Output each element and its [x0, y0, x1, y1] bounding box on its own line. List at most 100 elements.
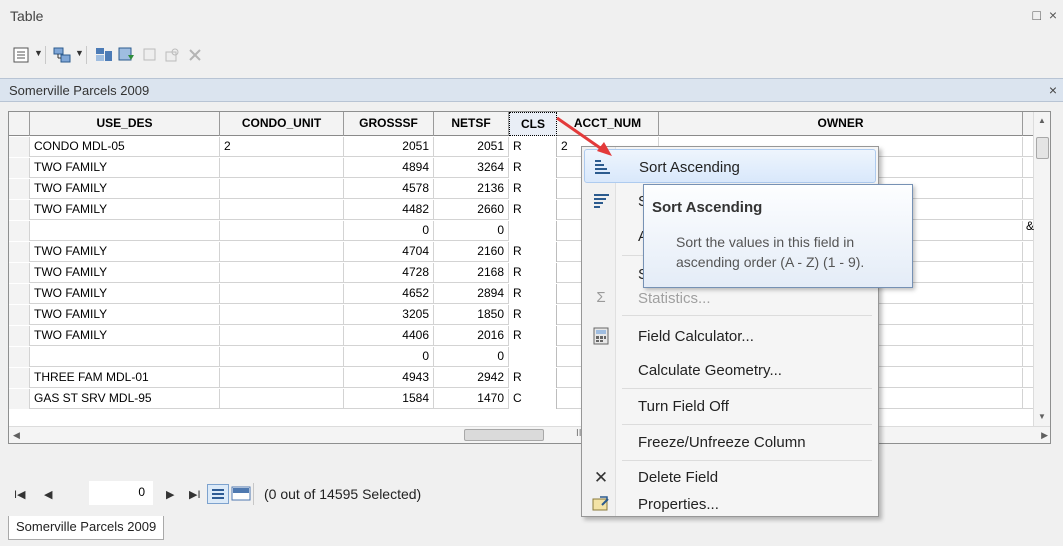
- cell-use-des[interactable]: TWO FAMILY: [30, 284, 220, 304]
- cell-grosssf[interactable]: 1584: [344, 389, 434, 409]
- cell-netsf[interactable]: 2160: [434, 242, 509, 262]
- row-selector[interactable]: [9, 242, 30, 262]
- cell-grosssf[interactable]: 4482: [344, 200, 434, 220]
- cell-grosssf[interactable]: 4943: [344, 368, 434, 388]
- row-selector-header[interactable]: [9, 112, 30, 136]
- related-tables-dropdown-icon[interactable]: ▼: [75, 48, 84, 58]
- cell-netsf[interactable]: 2136: [434, 179, 509, 199]
- cell-cls[interactable]: R: [509, 305, 557, 325]
- cell-netsf[interactable]: 2168: [434, 263, 509, 283]
- select-by-attributes-icon[interactable]: [93, 44, 115, 66]
- column-header-condo-unit[interactable]: CONDO_UNIT: [220, 112, 344, 136]
- cell-condo-unit[interactable]: [220, 284, 344, 304]
- cell-netsf[interactable]: 2660: [434, 200, 509, 220]
- menu-item-calculate-geometry[interactable]: Calculate Geometry...: [584, 353, 876, 387]
- cell-netsf[interactable]: 2016: [434, 326, 509, 346]
- current-record-field[interactable]: 0: [89, 481, 153, 505]
- row-selector[interactable]: [9, 389, 30, 409]
- column-header-use-des[interactable]: USE_DES: [30, 112, 220, 136]
- cell-use-des[interactable]: TWO FAMILY: [30, 200, 220, 220]
- row-selector[interactable]: [9, 368, 30, 388]
- cell-condo-unit[interactable]: [220, 242, 344, 262]
- row-selector[interactable]: [9, 158, 30, 178]
- table-row[interactable]: GAS ST SRV MDL-95 1584 1470 C: [9, 389, 1050, 409]
- close-window-icon[interactable]: ×: [1049, 7, 1057, 23]
- cell-netsf[interactable]: 3264: [434, 158, 509, 178]
- first-record-button[interactable]: I◀: [14, 488, 26, 501]
- show-selected-records-icon[interactable]: [230, 484, 252, 504]
- column-header-cls[interactable]: CLS: [509, 112, 557, 136]
- next-record-button[interactable]: ▶: [166, 488, 174, 501]
- table-row[interactable]: CONDO MDL-05 2 2051 2051 R 2: [9, 137, 1050, 157]
- last-record-button[interactable]: ▶I: [189, 488, 201, 501]
- cell-grosssf[interactable]: 4406: [344, 326, 434, 346]
- clear-selection-icon[interactable]: [139, 44, 161, 66]
- cell-use-des[interactable]: CONDO MDL-05: [30, 137, 220, 157]
- cell-use-des[interactable]: TWO FAMILY: [30, 179, 220, 199]
- cell-cls[interactable]: R: [509, 263, 557, 283]
- cell-condo-unit[interactable]: [220, 347, 344, 367]
- cell-netsf[interactable]: 2894: [434, 284, 509, 304]
- cell-condo-unit[interactable]: [220, 200, 344, 220]
- cell-cls[interactable]: R: [509, 284, 557, 304]
- delete-selected-icon[interactable]: [184, 44, 206, 66]
- column-header-acct-num[interactable]: ACCT_NUM: [557, 112, 659, 136]
- scroll-up-icon[interactable]: ▲: [1038, 116, 1046, 125]
- cell-netsf[interactable]: 1850: [434, 305, 509, 325]
- cell-use-des[interactable]: TWO FAMILY: [30, 305, 220, 325]
- cell-cls[interactable]: R: [509, 179, 557, 199]
- cell-condo-unit[interactable]: [220, 368, 344, 388]
- cell-use-des[interactable]: [30, 347, 220, 367]
- cell-grosssf[interactable]: 4728: [344, 263, 434, 283]
- menu-item-turn-field-off[interactable]: Turn Field Off: [584, 389, 876, 423]
- cell-cls[interactable]: R: [509, 242, 557, 262]
- column-header-netsf[interactable]: NETSF: [434, 112, 509, 136]
- cell-condo-unit[interactable]: [220, 179, 344, 199]
- cell-use-des[interactable]: GAS ST SRV MDL-95: [30, 389, 220, 409]
- cell-use-des[interactable]: THREE FAM MDL-01: [30, 368, 220, 388]
- menu-item-freeze-column[interactable]: Freeze/Unfreeze Column: [584, 425, 876, 459]
- restore-icon[interactable]: □: [1032, 7, 1040, 23]
- row-selector[interactable]: [9, 179, 30, 199]
- show-all-records-icon[interactable]: [207, 484, 229, 504]
- row-selector[interactable]: [9, 326, 30, 346]
- table-row[interactable]: TWO FAMILY 3205 1850 R: [9, 305, 1050, 325]
- cell-grosssf[interactable]: 4578: [344, 179, 434, 199]
- table-window-tab[interactable]: Somerville Parcels 2009: [8, 516, 165, 540]
- cell-netsf[interactable]: 2051: [434, 137, 509, 157]
- cell-cls[interactable]: R: [509, 326, 557, 346]
- scroll-left-icon[interactable]: ◀: [13, 430, 20, 441]
- cell-grosssf[interactable]: 4894: [344, 158, 434, 178]
- table-row[interactable]: TWO FAMILY44062016R& BRIAN: [9, 326, 1050, 346]
- cell-condo-unit[interactable]: [220, 389, 344, 409]
- previous-record-button[interactable]: ◀: [44, 488, 52, 501]
- cell-grosssf[interactable]: 4704: [344, 242, 434, 262]
- table-row[interactable]: TWO FAMILY48943264RIA: [9, 158, 1050, 178]
- cell-condo-unit[interactable]: [220, 305, 344, 325]
- cell-cls[interactable]: R: [509, 137, 557, 157]
- cell-cls[interactable]: [509, 347, 557, 367]
- column-header-grosssf[interactable]: GROSSSF: [344, 112, 434, 136]
- cell-condo-unit[interactable]: [220, 221, 344, 241]
- cell-cls[interactable]: [509, 221, 557, 241]
- cell-condo-unit[interactable]: [220, 326, 344, 346]
- cell-grosssf[interactable]: 4652: [344, 284, 434, 304]
- zoom-to-selected-icon[interactable]: [161, 44, 183, 66]
- menu-item-properties[interactable]: Properties...: [584, 487, 876, 521]
- related-tables-icon[interactable]: [51, 44, 73, 66]
- cell-netsf[interactable]: 0: [434, 347, 509, 367]
- cell-cls[interactable]: R: [509, 200, 557, 220]
- cell-cls[interactable]: C: [509, 389, 557, 409]
- cell-grosssf[interactable]: 3205: [344, 305, 434, 325]
- close-tab-icon[interactable]: ×: [1049, 82, 1057, 98]
- cell-use-des[interactable]: TWO FAMILY: [30, 326, 220, 346]
- row-selector[interactable]: [9, 263, 30, 283]
- cell-condo-unit[interactable]: [220, 158, 344, 178]
- cell-condo-unit[interactable]: 2: [220, 137, 344, 157]
- cell-grosssf[interactable]: 0: [344, 221, 434, 241]
- cell-netsf[interactable]: 2942: [434, 368, 509, 388]
- row-selector[interactable]: [9, 200, 30, 220]
- table-options-icon[interactable]: [10, 44, 32, 66]
- column-header-owner[interactable]: OWNER: [659, 112, 1023, 136]
- row-selector[interactable]: [9, 305, 30, 325]
